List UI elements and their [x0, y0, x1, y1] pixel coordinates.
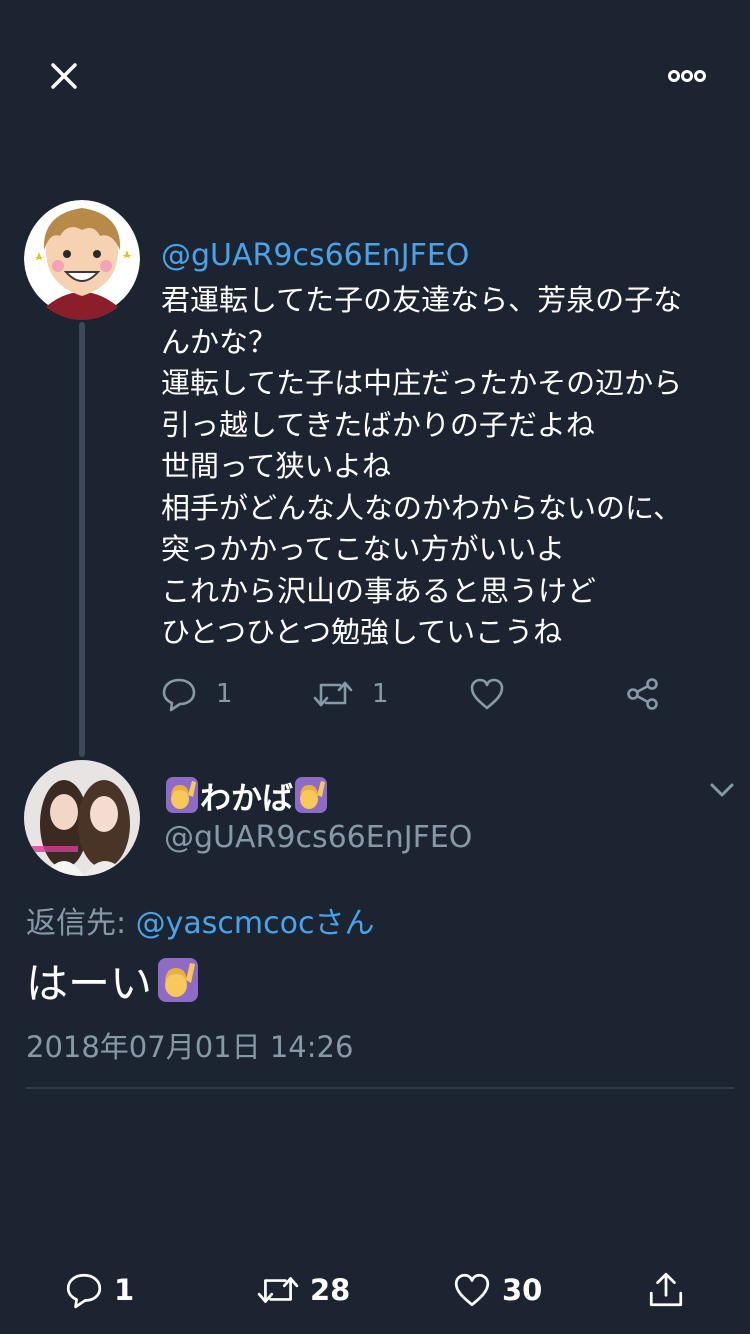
tweet-timestamp: 2018年07月01日 14:26 — [26, 1030, 354, 1064]
reply-button[interactable]: 1 — [64, 1266, 134, 1314]
person-raising-hand-emoji-icon — [158, 958, 199, 1002]
reply-to-label: 返信先: — [26, 906, 136, 941]
parent-retweet-button[interactable]: 1 — [312, 672, 389, 716]
tweet-text-line: これから沢山の事あると思うけど — [161, 573, 597, 608]
retweet-icon — [313, 681, 353, 707]
like-icon — [470, 678, 504, 710]
retweet-icon — [257, 1277, 299, 1303]
tweet-text-line: 突っかかってこない方がいいよ — [161, 532, 565, 566]
tweet-text-line: 運転してた子は中庄だったかその辺から — [161, 366, 683, 400]
like-button[interactable]: 30 — [452, 1266, 542, 1314]
main-tweet-handle[interactable]: @gUAR9cs66EnJFEO — [164, 820, 472, 855]
thread-line — [79, 322, 85, 757]
parent-reply-button[interactable]: 1 — [160, 672, 233, 716]
parent-share-button[interactable] — [624, 672, 662, 716]
main-avatar[interactable] — [24, 760, 140, 876]
more-options-button[interactable] — [660, 60, 716, 92]
parent-tweet-text: 君運転してた子の友達なら、芳泉の子な んかな？ 運転してた子は中庄だったかその辺… — [161, 280, 741, 654]
share-icon — [627, 678, 658, 710]
more-icon — [668, 70, 706, 82]
tweet-text-line: ひとつひとつ勉強していこうね — [161, 615, 563, 649]
like-icon — [454, 1273, 490, 1307]
person-raising-hand-emoji-icon — [295, 777, 327, 813]
close-icon — [51, 63, 77, 89]
tweet-menu-button[interactable] — [700, 776, 744, 806]
person-raising-hand-emoji-icon — [166, 777, 198, 813]
close-button[interactable] — [40, 52, 88, 100]
main-tweet-text: はーい — [26, 950, 200, 1010]
parent-reply-count: 1 — [216, 679, 233, 709]
share-button[interactable] — [646, 1266, 686, 1314]
parent-retweet-count: 1 — [372, 679, 389, 709]
divider — [26, 1087, 734, 1089]
parent-avatar[interactable] — [24, 200, 140, 320]
display-name: わかば — [200, 780, 293, 817]
reply-icon — [66, 1273, 102, 1309]
reply-to-line: 返信先: @yascmcocさん — [26, 898, 374, 942]
tweet-text-line: 相手がどんな人なのかわからないのに、 — [161, 490, 683, 525]
parent-tweet-handle[interactable]: @gUAR9cs66EnJFEO — [161, 238, 469, 273]
reply-count: 1 — [114, 1273, 135, 1307]
display-name-row[interactable]: わかば — [164, 773, 329, 817]
reply-icon — [162, 678, 196, 712]
retweet-button[interactable]: 28 — [256, 1266, 350, 1314]
share-icon — [649, 1272, 683, 1307]
photo-avatar-image — [24, 760, 140, 876]
chevron-down-icon — [710, 783, 734, 797]
tweet-text-line: 世間って狭いよね — [161, 449, 391, 483]
retweet-count: 28 — [310, 1273, 351, 1307]
like-count: 30 — [502, 1273, 543, 1307]
main-tweet-body: はーい — [26, 958, 153, 1008]
tweet-text-line: 引っ越してきたばかりの子だよね — [161, 407, 595, 442]
tweet-text-line: 君運転してた子の友達なら、芳泉の子な — [161, 283, 683, 317]
cartoon-avatar-image — [24, 200, 140, 320]
reply-to-mention[interactable]: @yascmcoc — [136, 906, 315, 941]
reply-to-suffix: さん — [314, 906, 375, 941]
tweet-text-line: んかな？ — [161, 324, 278, 359]
parent-like-button[interactable] — [468, 672, 506, 716]
